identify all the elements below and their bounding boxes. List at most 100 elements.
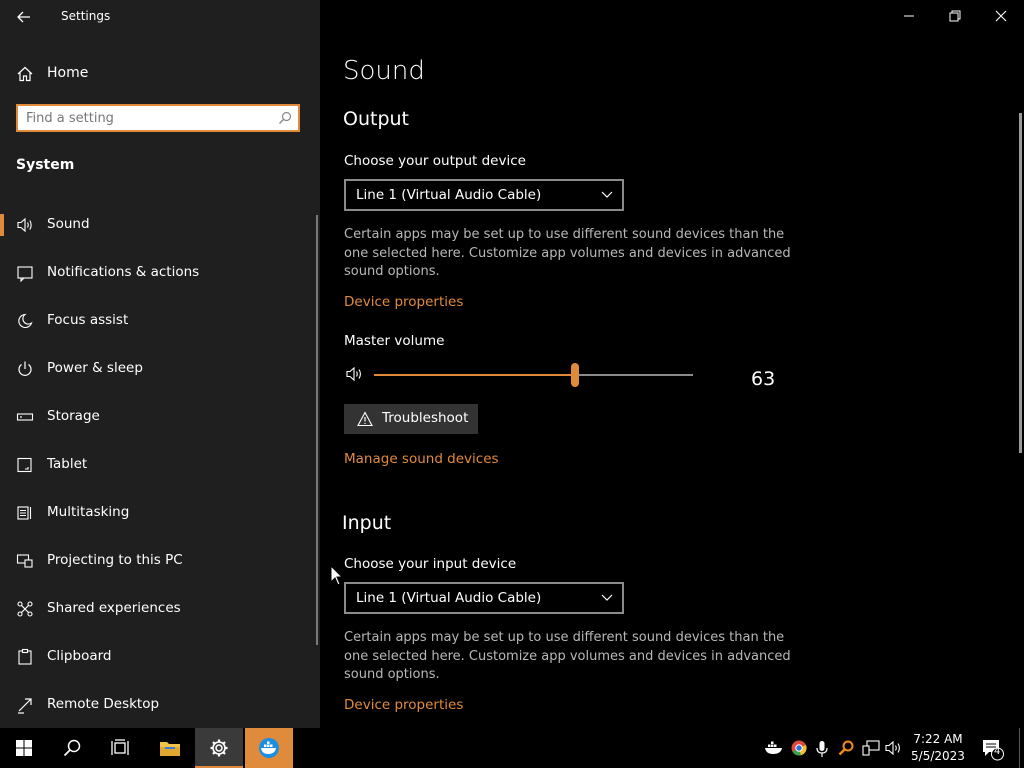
sidebar-item-focus-assist[interactable]: Focus assist [0, 299, 316, 343]
docker-tray-icon[interactable] [764, 740, 784, 756]
sidebar-item-shared-experiences[interactable]: Shared experiences [0, 587, 316, 631]
sidebar-item-multitasking[interactable]: Multitasking [0, 491, 316, 535]
task-view-button[interactable] [96, 728, 144, 768]
sidebar-item-label: Power & sleep [47, 360, 143, 376]
power-icon [18, 361, 32, 376]
back-arrow-icon [17, 11, 30, 23]
dropdown-value: Line 1 (Virtual Audio Cable) [356, 590, 542, 606]
taskbar: 7:22 AM 5/5/2023 4 [0, 728, 1024, 768]
folder-icon [160, 742, 180, 756]
taskbar-search-button[interactable] [48, 728, 96, 768]
manage-sound-devices-link[interactable]: Manage sound devices [344, 451, 499, 467]
shared-icon [17, 601, 33, 617]
search-icon [279, 111, 292, 124]
projecting-icon [16, 554, 33, 568]
minimize-button[interactable] [886, 0, 932, 32]
sidebar-item-remote-desktop[interactable]: Remote Desktop [0, 683, 316, 727]
remote-desktop-icon [18, 698, 32, 714]
sidebar-item-label: Tablet [47, 456, 88, 472]
close-button[interactable] [978, 0, 1024, 32]
output-description: Certain apps may be set up to use differ… [344, 227, 791, 279]
action-center-button[interactable]: 4 [982, 739, 1006, 761]
page-title: Sound [343, 56, 425, 86]
main-scrollbar[interactable] [1019, 113, 1022, 453]
sidebar-item-projecting[interactable]: Projecting to this PC [0, 539, 316, 583]
sidebar-scrollbar[interactable] [316, 215, 318, 645]
input-device-dropdown[interactable]: Line 1 (Virtual Audio Cable) [344, 582, 624, 614]
search-icon [63, 739, 81, 757]
sidebar: Settings Home System Sound Notifications… [0, 0, 320, 728]
close-icon [995, 10, 1007, 22]
troubleshoot-button[interactable]: Troubleshoot [344, 404, 478, 434]
notification-count-badge: 4 [994, 746, 1001, 757]
search-tray-icon[interactable] [838, 740, 854, 756]
clock-time[interactable]: 7:22 AM [906, 732, 970, 746]
task-view-icon [111, 739, 129, 755]
sidebar-item-power-sleep[interactable]: Power & sleep [0, 347, 316, 391]
gear-icon [210, 739, 228, 757]
search-box[interactable] [16, 104, 300, 132]
output-device-label: Choose your output device [344, 153, 526, 169]
mute-button[interactable] [345, 365, 367, 383]
output-heading: Output [343, 108, 409, 130]
microphone-icon[interactable] [815, 740, 829, 758]
input-heading: Input [342, 512, 392, 534]
volume-slider-thumb[interactable] [570, 363, 579, 387]
search-input[interactable] [26, 109, 271, 127]
settings-taskbar-button[interactable] [195, 728, 243, 768]
start-button[interactable] [0, 728, 48, 768]
speaker-icon [17, 217, 32, 233]
sidebar-item-label: Home [47, 65, 89, 81]
sidebar-item-label: Multitasking [47, 504, 130, 520]
chevron-down-icon [601, 594, 613, 601]
docker-taskbar-button[interactable] [245, 728, 293, 768]
sidebar-item-label: Remote Desktop [47, 696, 160, 712]
moon-icon [18, 313, 33, 329]
network-icon[interactable] [862, 740, 880, 756]
input-device-properties-link[interactable]: Device properties [344, 697, 463, 713]
sidebar-item-label: Projecting to this PC [47, 552, 183, 568]
clipboard-icon [18, 648, 32, 665]
restore-icon [949, 10, 961, 22]
input-device-label: Choose your input device [344, 556, 517, 572]
mouse-cursor-icon [330, 565, 344, 587]
show-desktop-button[interactable] [1019, 728, 1024, 768]
back-button[interactable] [8, 4, 40, 30]
volume-value: 63 [751, 368, 776, 390]
master-volume-label: Master volume [344, 333, 445, 349]
section-heading-system: System [16, 157, 75, 173]
file-explorer-button[interactable] [146, 728, 194, 768]
volume-tray-icon[interactable] [885, 740, 903, 756]
volume-slider-fill [374, 374, 575, 376]
sidebar-item-label: Shared experiences [47, 600, 181, 616]
sidebar-item-tablet[interactable]: Tablet [0, 443, 316, 487]
multitasking-icon [17, 506, 32, 520]
sidebar-item-label: Focus assist [47, 312, 129, 328]
sidebar-item-label: Clipboard [47, 648, 112, 664]
home-icon [17, 66, 33, 82]
tablet-icon [17, 457, 32, 473]
output-device-dropdown[interactable]: Line 1 (Virtual Audio Cable) [344, 179, 624, 211]
troubleshoot-label: Troubleshoot [382, 410, 469, 426]
sidebar-item-notifications[interactable]: Notifications & actions [0, 251, 316, 295]
docker-whale-icon [259, 738, 279, 758]
sidebar-item-storage[interactable]: Storage [0, 395, 316, 439]
sidebar-item-label: Sound [47, 216, 90, 232]
notification-icon [17, 266, 33, 282]
sidebar-item-label: Storage [47, 408, 100, 424]
app-title: Settings [61, 9, 111, 23]
warning-icon [357, 411, 373, 427]
sidebar-item-home[interactable]: Home [0, 56, 316, 92]
restore-button[interactable] [932, 0, 978, 32]
chevron-down-icon [601, 191, 613, 198]
output-device-properties-link[interactable]: Device properties [344, 294, 463, 310]
sidebar-item-clipboard[interactable]: Clipboard [0, 635, 316, 679]
minimize-icon [904, 15, 914, 17]
clock-date[interactable]: 5/5/2023 [906, 749, 970, 763]
sidebar-item-label: Notifications & actions [47, 264, 200, 280]
input-description: Certain apps may be set up to use differ… [344, 630, 791, 682]
dropdown-value: Line 1 (Virtual Audio Cable) [356, 187, 542, 203]
chrome-tray-icon[interactable] [791, 740, 807, 756]
sidebar-item-sound[interactable]: Sound [0, 203, 316, 247]
speaker-icon [346, 366, 361, 382]
